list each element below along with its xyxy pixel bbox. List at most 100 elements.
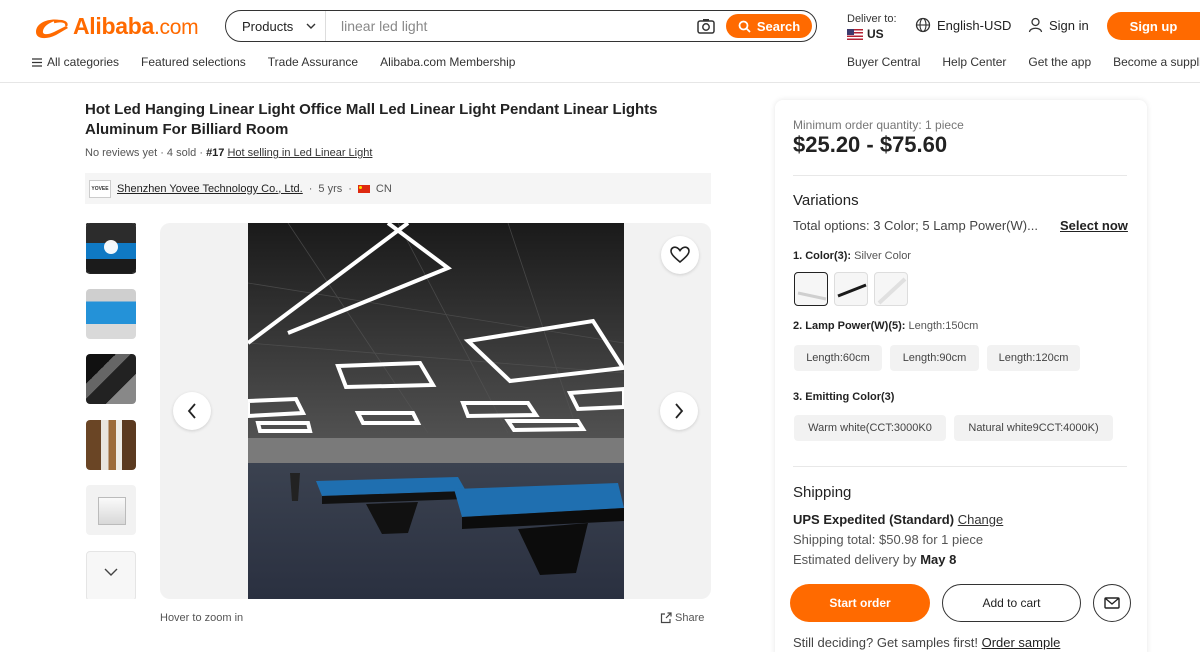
all-categories-menu[interactable]: All categories xyxy=(32,55,119,69)
previous-image-button[interactable] xyxy=(173,392,211,430)
divider xyxy=(793,466,1127,467)
favorite-button[interactable] xyxy=(661,236,699,274)
next-image-button[interactable] xyxy=(660,392,698,430)
emitting-color-label: 3. Emitting Color(3) xyxy=(793,391,895,403)
nav-trade-assurance[interactable]: Trade Assurance xyxy=(268,55,358,69)
shipping-total: Shipping total: $50.98 for 1 piece xyxy=(793,532,984,547)
nav-help-center[interactable]: Help Center xyxy=(942,55,1006,69)
search-button-label: Search xyxy=(756,18,801,34)
linear-light-thumbnail xyxy=(837,283,867,298)
color-option-label: 1. Color(3): Silver Color xyxy=(793,250,911,262)
thumbnail-image[interactable] xyxy=(86,354,136,404)
shipping-heading: Shipping xyxy=(793,484,852,501)
order-panel xyxy=(775,100,1147,652)
linear-light-thumbnail xyxy=(877,277,907,305)
thumbnail-image[interactable] xyxy=(86,485,136,535)
share-button[interactable]: Share xyxy=(660,612,704,624)
category-nav: All categories Featured selections Trade… xyxy=(32,55,515,69)
total-options: Total options: 3 Color; 5 Lamp Power(W).… xyxy=(793,218,1038,233)
price-range: $25.20 - $75.60 xyxy=(793,132,948,157)
color-swatch-black[interactable] xyxy=(834,272,868,306)
us-flag-icon xyxy=(847,28,863,40)
add-to-cart-button[interactable]: Add to cart xyxy=(942,584,1081,622)
sign-in-label: Sign in xyxy=(1049,17,1089,33)
color-selected: Silver Color xyxy=(854,250,911,262)
chevron-down-icon xyxy=(104,568,118,576)
contact-supplier-button[interactable] xyxy=(1093,584,1131,622)
alibaba-logo[interactable]: Alibaba.com xyxy=(32,12,199,40)
header-divider xyxy=(0,82,1200,83)
help-nav: Buyer Central Help Center Get the app Be… xyxy=(847,55,1200,69)
deliver-to-selector[interactable]: Deliver to: US xyxy=(847,13,897,41)
globe-icon xyxy=(915,17,931,33)
share-icon xyxy=(660,612,672,624)
zoom-hint: Hover to zoom in xyxy=(160,612,244,624)
power-option-60[interactable]: Length:60cm xyxy=(794,345,882,371)
thumbnail-video[interactable] xyxy=(86,223,136,274)
change-shipping-link[interactable]: Change xyxy=(958,512,1004,527)
logo-text: Alibaba.com xyxy=(73,12,199,39)
emit-option-warm[interactable]: Warm white(CCT:3000K0 xyxy=(794,415,946,441)
user-icon xyxy=(1028,17,1043,33)
menu-icon xyxy=(32,57,42,67)
nav-membership[interactable]: Alibaba.com Membership xyxy=(380,55,515,69)
sold-count: 4 sold xyxy=(166,147,197,159)
thumbnail-image[interactable] xyxy=(86,288,136,339)
chevron-right-icon xyxy=(675,403,684,419)
power-option-label: 2. Lamp Power(W)(5): Length:150cm xyxy=(793,320,979,332)
sign-up-button[interactable]: Sign up xyxy=(1107,12,1200,40)
search-category-label: Products xyxy=(242,18,294,34)
rank-link[interactable]: Hot selling in Led Linear Light xyxy=(227,147,372,159)
product-photo xyxy=(248,223,624,599)
search-input[interactable] xyxy=(326,18,696,34)
nav-featured-selections[interactable]: Featured selections xyxy=(141,55,246,69)
emit-option-natural[interactable]: Natural white9CCT:4000K) xyxy=(954,415,1113,441)
mail-icon xyxy=(1104,597,1120,609)
shipping-method: UPS Expedited (Standard) Change xyxy=(793,512,1003,527)
supplier-name-link[interactable]: Shenzhen Yovee Technology Co., Ltd. xyxy=(117,183,303,195)
search-category-select[interactable]: Products xyxy=(226,11,326,41)
deliver-country: US xyxy=(867,27,884,41)
nav-buyer-central[interactable]: Buyer Central xyxy=(847,55,920,69)
start-order-button[interactable]: Start order xyxy=(790,584,930,622)
order-sample-link[interactable]: Order sample xyxy=(982,635,1061,650)
deliver-to-label: Deliver to: xyxy=(847,13,897,25)
nav-get-app[interactable]: Get the app xyxy=(1028,55,1091,69)
thumbnail-strip xyxy=(86,223,136,599)
color-swatch-white[interactable] xyxy=(874,272,908,306)
variations-heading: Variations xyxy=(793,192,859,209)
product-image-viewer[interactable] xyxy=(160,223,711,599)
nav-item-label: All categories xyxy=(47,55,120,69)
samples-prompt: Still deciding? Get samples first! Order… xyxy=(793,635,1061,650)
power-option-90[interactable]: Length:90cm xyxy=(890,345,979,371)
share-label: Share xyxy=(675,612,705,624)
language-currency-selector[interactable]: English-USD xyxy=(915,17,1011,33)
product-title: Hot Led Hanging Linear Light Office Mall… xyxy=(85,101,658,138)
power-selected: Length:150cm xyxy=(908,320,979,332)
rank-badge: #17 xyxy=(206,147,225,159)
camera-icon[interactable] xyxy=(696,16,716,36)
china-flag-icon xyxy=(357,184,370,193)
alibaba-logo-icon xyxy=(36,19,68,39)
product-meta: No reviews yet · 4 sold · #17 Hot sellin… xyxy=(85,147,373,159)
color-swatch-silver[interactable] xyxy=(794,272,828,306)
divider xyxy=(793,175,1127,176)
shipping-method-name: UPS Expedited (Standard) xyxy=(793,512,955,527)
power-option-120[interactable]: Length:120cm xyxy=(987,345,1080,371)
thumbnail-image[interactable] xyxy=(86,419,136,470)
select-now-link[interactable]: Select now xyxy=(1060,218,1128,233)
sign-in-link[interactable]: Sign in xyxy=(1028,17,1089,33)
language-label: English-USD xyxy=(937,17,1012,33)
supplier-logo: YOVEE xyxy=(89,179,111,198)
estimated-delivery: Estimated delivery by May 8 xyxy=(793,552,957,567)
delivery-date: May 8 xyxy=(920,552,957,567)
min-order-quantity: Minimum order quantity: 1 piece xyxy=(793,118,964,132)
nav-become-supplier[interactable]: Become a supplier xyxy=(1113,55,1200,69)
linear-light-thumbnail xyxy=(797,291,827,301)
search-button[interactable]: Search xyxy=(726,14,812,38)
thumbnail-scroll-down[interactable] xyxy=(98,561,124,583)
chevron-down-icon xyxy=(306,23,316,29)
search-icon xyxy=(738,20,751,33)
chevron-left-icon xyxy=(187,403,196,419)
supplier-years: 5 yrs xyxy=(318,182,343,195)
